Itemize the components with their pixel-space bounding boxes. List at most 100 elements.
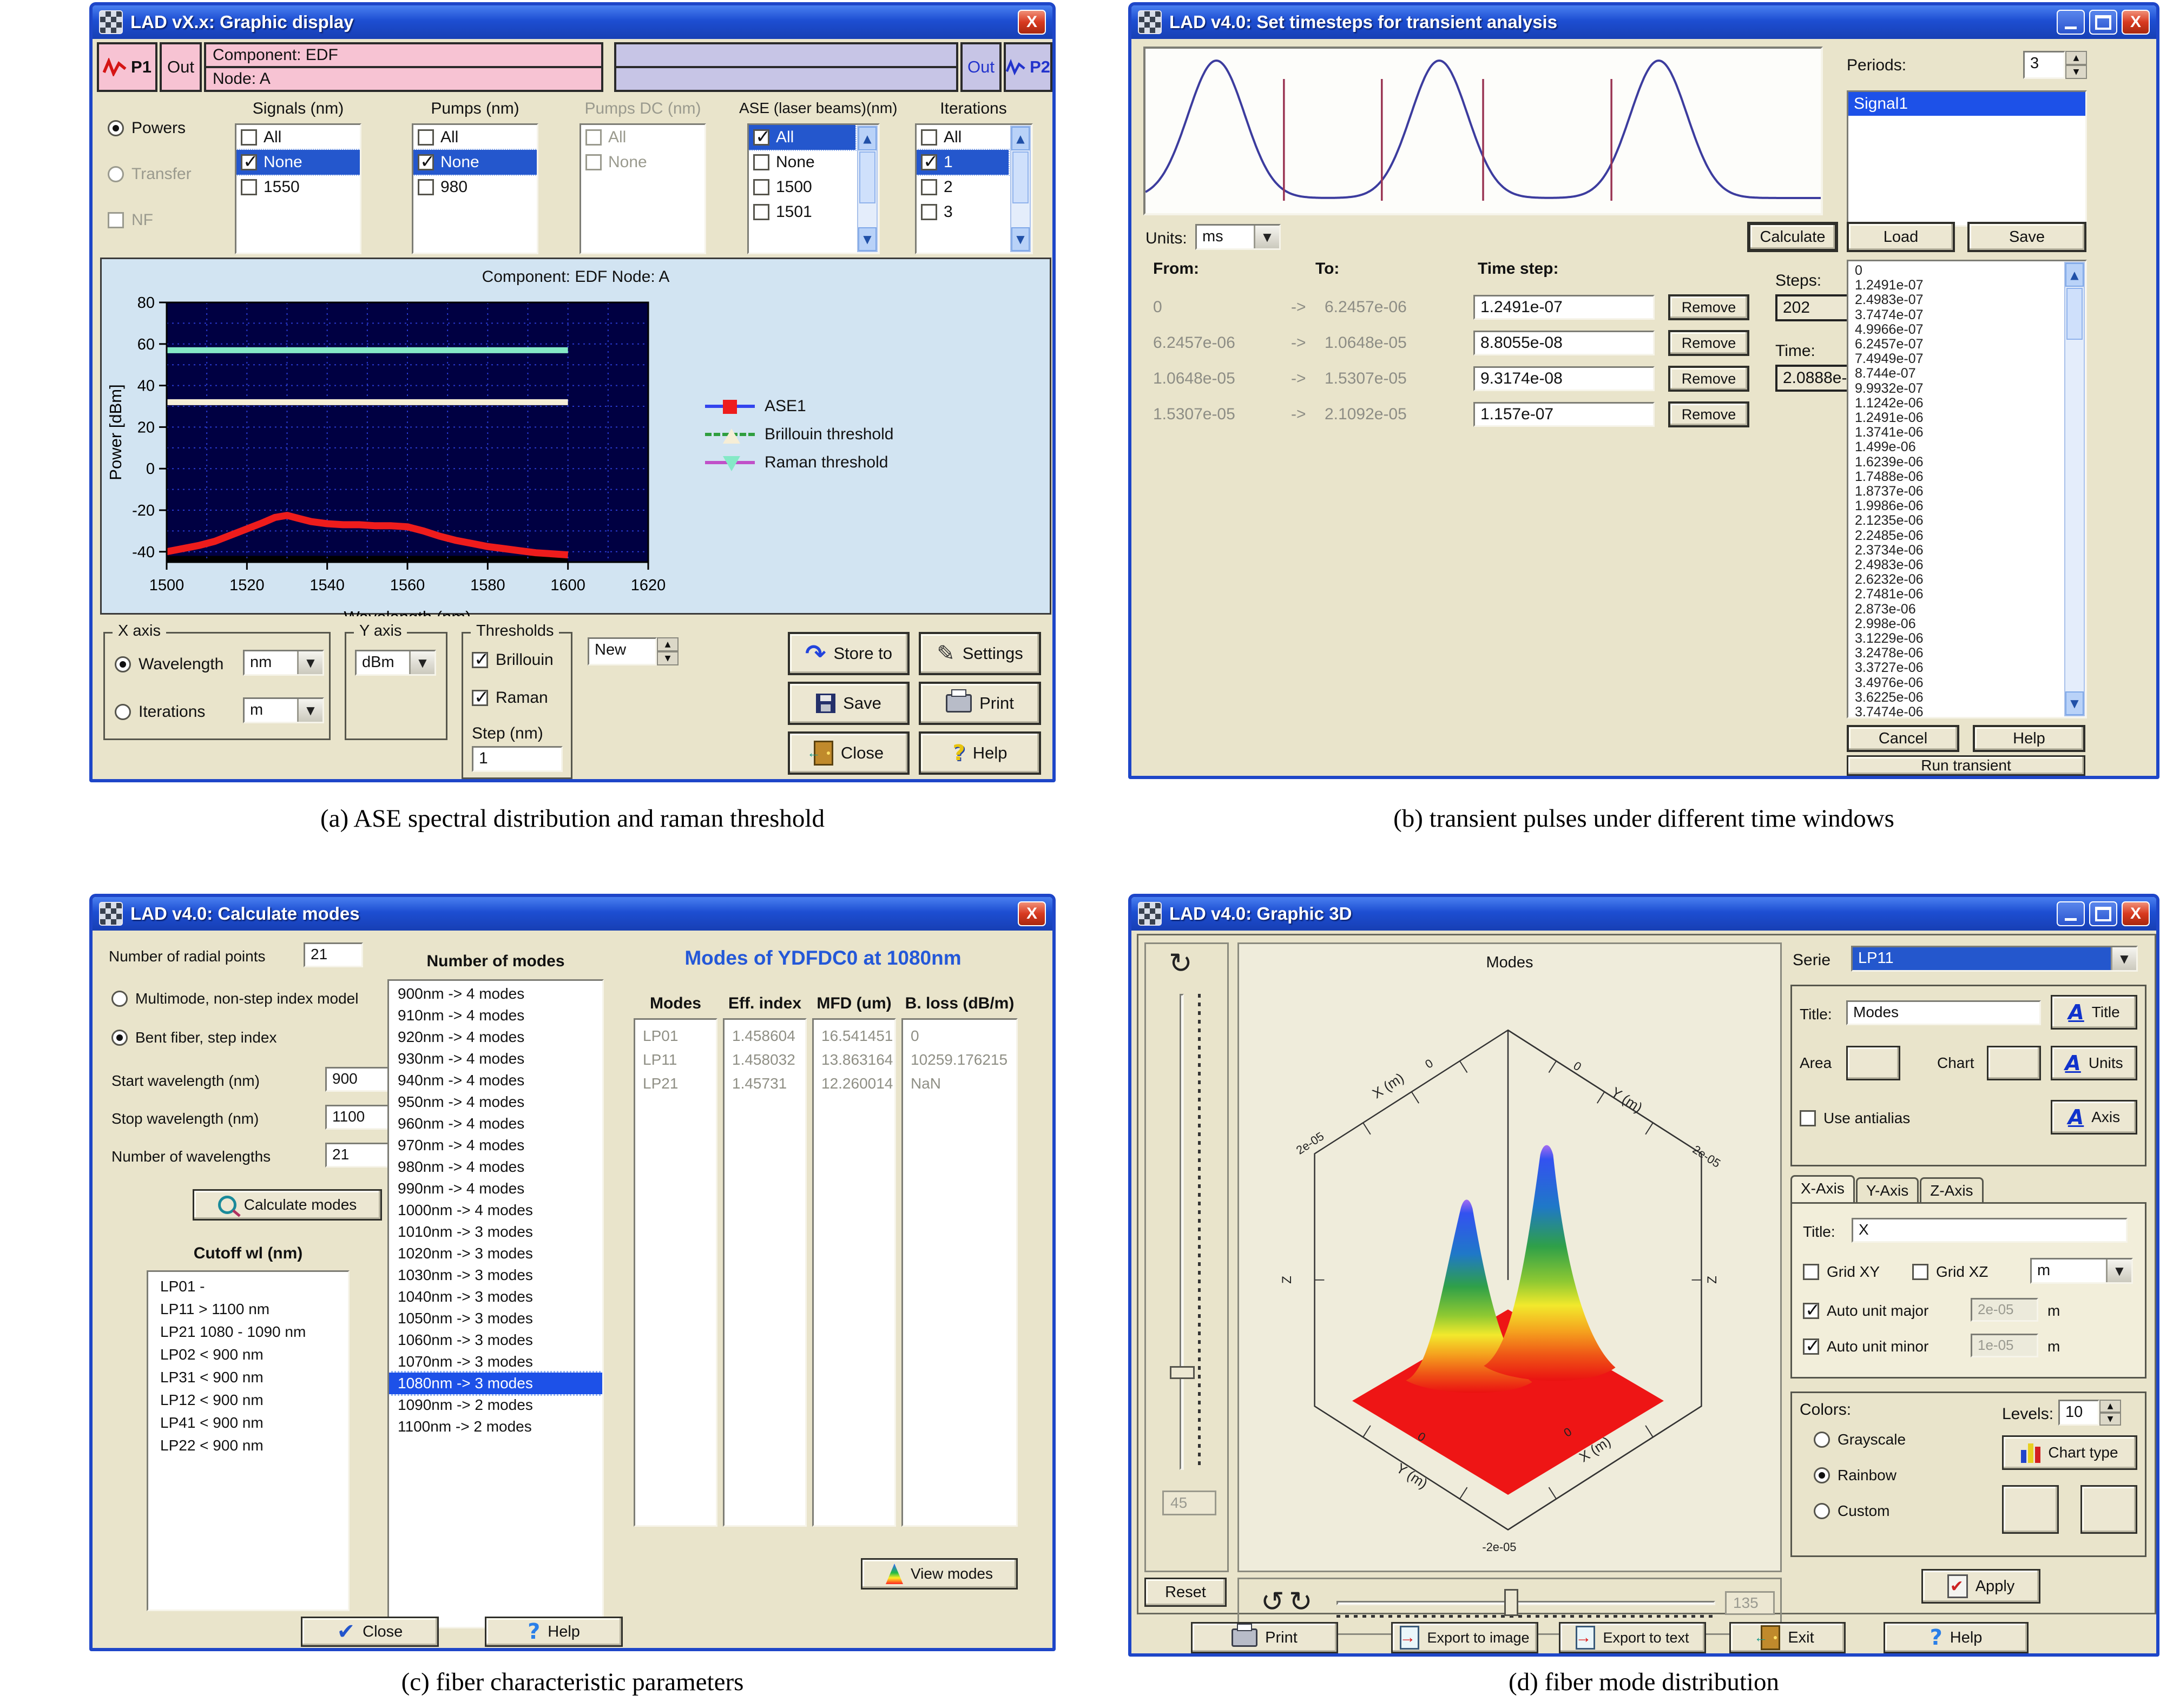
store-to-button[interactable]: ↷Store to	[788, 632, 910, 675]
mode-count-item[interactable]: 920nm -> 4 modes	[389, 1026, 602, 1048]
timestep-item[interactable]: 1.1242e-06	[1851, 396, 2060, 411]
mode-count-item[interactable]: 990nm -> 4 modes	[389, 1178, 602, 1199]
mode-count-item[interactable]: 980nm -> 4 modes	[389, 1156, 602, 1178]
scrollbar[interactable]: ▲▼	[857, 126, 878, 252]
axis-button[interactable]: AAxis	[2051, 1100, 2137, 1135]
view-modes-button[interactable]: View modes	[861, 1558, 1018, 1590]
remove-button[interactable]: Remove	[1668, 401, 1749, 427]
iterations-radio[interactable]: Iterations	[115, 703, 205, 721]
scroll-thumb[interactable]	[1012, 151, 1029, 203]
axis-tabs[interactable]: X-Axis Y-Axis Z-Axis	[1790, 1175, 1984, 1203]
cutoff-item[interactable]: LP12 < 900 nm	[148, 1389, 348, 1412]
units-button[interactable]: AUnits	[2051, 1046, 2137, 1080]
mode-count-item[interactable]: 910nm -> 4 modes	[389, 1005, 602, 1026]
remove-button[interactable]: Remove	[1668, 294, 1749, 320]
reset-button[interactable]: Reset	[1144, 1578, 1227, 1607]
timestep-item[interactable]: 2.998e-06	[1851, 617, 2060, 631]
levels-value[interactable]: 10	[2058, 1400, 2099, 1426]
close-icon[interactable]: X	[1018, 10, 1046, 35]
brillouin-checkbox[interactable]: Brillouin	[472, 651, 554, 669]
timestep-item[interactable]: 2.873e-06	[1851, 602, 2060, 617]
scroll-thumb[interactable]	[859, 151, 875, 203]
signals-list[interactable]: AllNone1550	[235, 123, 361, 254]
y-unit-dropdown[interactable]: dBm▼	[355, 650, 436, 676]
list-item[interactable]: 1500	[749, 175, 855, 200]
custom-color-box-1[interactable]	[2002, 1485, 2059, 1534]
bent-fiber-radio[interactable]: Bent fiber, step index	[111, 1029, 277, 1046]
chevron-down-icon[interactable]: ▼	[409, 651, 434, 674]
raman-checkbox[interactable]: Raman	[472, 689, 548, 707]
timestep-item[interactable]: 2.2485e-06	[1851, 529, 2060, 543]
tab-z-axis[interactable]: Z-Axis	[1920, 1177, 1983, 1203]
mode-count-item[interactable]: 900nm -> 4 modes	[389, 983, 602, 1005]
spin-down-icon[interactable]: ▼	[2099, 1413, 2121, 1426]
minimize-icon[interactable]	[2057, 901, 2085, 926]
timestep-item[interactable]: 2.4983e-07	[1851, 293, 2060, 307]
grid-xy-checkbox[interactable]: Grid XY	[1803, 1263, 1880, 1281]
timestep-input[interactable]: 9.3174e-08	[1473, 366, 1655, 391]
timestep-item[interactable]: 7.4949e-07	[1851, 352, 2060, 366]
axis-unit-dropdown[interactable]: m▼	[2030, 1258, 2133, 1284]
timestep-item[interactable]: 0	[1851, 263, 2060, 278]
timestep-item[interactable]: 3.6225e-06	[1851, 690, 2060, 705]
custom-color-box-2[interactable]	[2080, 1485, 2137, 1534]
apply-button[interactable]: Apply	[1921, 1569, 2040, 1604]
remove-button[interactable]: Remove	[1668, 330, 1749, 356]
spin-up-icon[interactable]: ▲	[657, 637, 679, 651]
units-dropdown[interactable]: ms▼	[1195, 224, 1281, 250]
timestep-item[interactable]: 3.1229e-06	[1851, 631, 2060, 646]
mode-count-item[interactable]: 970nm -> 4 modes	[389, 1135, 602, 1156]
scroll-up-icon[interactable]: ▲	[858, 127, 877, 150]
component-box[interactable]: Component: EDF Node: A	[204, 42, 603, 92]
calculate-modes-button[interactable]: Calculate modes	[193, 1189, 382, 1221]
help-button[interactable]: ?Help	[919, 731, 1041, 775]
radial-points-input[interactable]: 21	[304, 942, 363, 967]
exit-button[interactable]: Exit	[1729, 1622, 1846, 1653]
mode-count-item[interactable]: 1020nm -> 3 modes	[389, 1243, 602, 1264]
auto-unit-minor-checkbox[interactable]: Auto unit minor	[1803, 1338, 1928, 1355]
mode-count-item[interactable]: 940nm -> 4 modes	[389, 1070, 602, 1091]
axis-title-input[interactable]: X	[1852, 1218, 2128, 1243]
timestep-item[interactable]: 1.7488e-06	[1851, 470, 2060, 484]
scrollbar[interactable]: ▲▼	[1010, 126, 1031, 252]
close-icon[interactable]: X	[2122, 10, 2150, 35]
help-button[interactable]: ?Help	[1884, 1622, 2029, 1653]
cutoff-list[interactable]: LP01 -LP11 > 1100 nmLP21 1080 - 1090 nmL…	[147, 1270, 350, 1611]
timestep-item[interactable]: 2.1235e-06	[1851, 513, 2060, 528]
custom-radio[interactable]: Custom	[1814, 1502, 1889, 1520]
tab-y-axis[interactable]: Y-Axis	[1856, 1177, 1919, 1203]
timestep-item[interactable]: 1.9986e-06	[1851, 499, 2060, 513]
scrollbar[interactable]: ▲▼	[2064, 262, 2085, 716]
cutoff-item[interactable]: LP31 < 900 nm	[148, 1366, 348, 1389]
save-button[interactable]: Save	[1967, 222, 2086, 252]
timestep-item[interactable]: 1.2491e-06	[1851, 411, 2060, 425]
mode-count-item[interactable]: 1070nm -> 3 modes	[389, 1351, 602, 1373]
titlebar-b[interactable]: LAD v4.0: Set timesteps for transient an…	[1131, 5, 2156, 39]
titlebar-a[interactable]: LAD vX.x: Graphic display X	[93, 5, 1052, 39]
levels-spinner[interactable]: 10 ▲▼	[2058, 1400, 2121, 1426]
close-button[interactable]: ✔Close	[301, 1617, 439, 1647]
multimode-radio[interactable]: Multimode, non-step index model	[111, 990, 358, 1007]
periods-value[interactable]: 3	[2023, 51, 2065, 79]
remove-button[interactable]: Remove	[1668, 366, 1749, 392]
print-button[interactable]: Print	[919, 682, 1041, 725]
titlebar-d[interactable]: LAD v4.0: Graphic 3D X	[1131, 897, 2156, 931]
scroll-thumb[interactable]	[2066, 288, 2083, 340]
spinner-value[interactable]: New	[588, 637, 657, 665]
timestep-item[interactable]: 3.4976e-06	[1851, 676, 2060, 690]
list-item[interactable]: None	[749, 150, 855, 175]
chart-type-button[interactable]: Chart type	[2002, 1435, 2137, 1470]
run-transient-button[interactable]: Run transient	[1847, 755, 2085, 776]
list-item[interactable]: All	[413, 125, 537, 150]
close-icon[interactable]: X	[2122, 901, 2150, 926]
timestep-item[interactable]: 2.7481e-06	[1851, 587, 2060, 602]
scroll-up-icon[interactable]: ▲	[1011, 127, 1030, 150]
list-item[interactable]: 2	[917, 175, 1009, 200]
close-icon[interactable]: X	[1018, 901, 1046, 926]
timestep-item[interactable]: 2.4983e-06	[1851, 558, 2060, 572]
chart-color-box[interactable]	[1987, 1046, 2041, 1080]
grid-xz-checkbox[interactable]: Grid XZ	[1912, 1263, 1988, 1281]
close-button[interactable]: Close	[788, 731, 910, 775]
timestep-input[interactable]: 1.2491e-07	[1473, 295, 1655, 320]
calculate-button[interactable]: Calculate	[1747, 222, 1838, 252]
